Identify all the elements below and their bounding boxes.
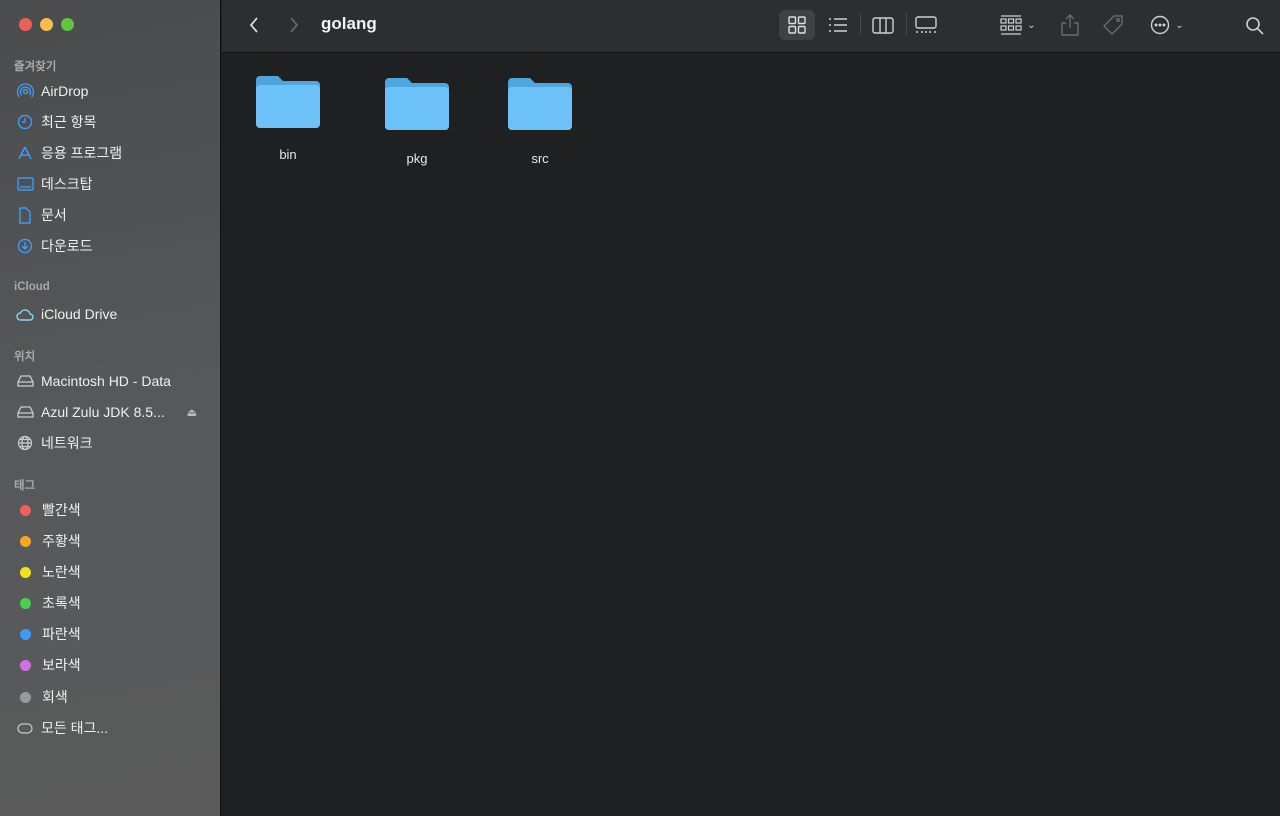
toolbar: golang ⌄ ⌄	[222, 0, 1280, 53]
sidebar-item-icloud-drive[interactable]: iCloud Drive	[16, 302, 211, 326]
disk-icon	[16, 403, 34, 421]
sidebar-tag-yellow[interactable]: 노란색	[16, 560, 211, 584]
folder-item[interactable]: src	[495, 74, 585, 166]
sidebar-item-label: iCloud Drive	[41, 306, 118, 322]
sidebar-tag-green[interactable]: 초록색	[16, 591, 211, 615]
tag-dot-icon	[20, 535, 31, 547]
icon-view-button[interactable]	[779, 10, 815, 40]
desktop-icon	[16, 175, 34, 193]
cloud-icon	[16, 305, 34, 323]
gallery-icon	[915, 16, 937, 33]
more-actions-button[interactable]: ⌄	[1146, 10, 1188, 40]
search-icon	[1245, 16, 1264, 35]
forward-button[interactable]	[282, 10, 306, 40]
sidebar: 즐겨찾기 AirDrop 최근 항목 응용 프로그램 데스크탑 문서 다운로드 …	[0, 0, 221, 816]
section-locations: 위치	[14, 351, 36, 363]
applications-icon	[16, 144, 34, 162]
tag-dot-icon	[20, 659, 31, 671]
minimize-button[interactable]	[40, 18, 53, 31]
all-tags-icon	[16, 719, 34, 737]
sidebar-item-label: Azul Zulu JDK 8.5...	[41, 404, 165, 420]
chevron-down-icon: ⌄	[1175, 19, 1184, 31]
globe-icon	[16, 434, 34, 452]
folder-name: src	[531, 151, 549, 166]
sidebar-tag-blue[interactable]: 파란색	[16, 622, 211, 646]
sidebar-tag-red[interactable]: 빨간색	[16, 498, 211, 522]
column-view-button[interactable]	[867, 10, 899, 40]
sidebar-item-label: 회색	[42, 689, 68, 705]
group-icon	[1000, 15, 1022, 35]
folder-name: bin	[279, 147, 297, 162]
section-tags: 태그	[14, 480, 36, 492]
document-icon	[16, 206, 34, 224]
chevron-right-icon	[290, 17, 299, 33]
sidebar-item-macintosh-hd[interactable]: Macintosh HD - Data	[16, 369, 211, 393]
sidebar-item-label: 초록색	[42, 595, 81, 611]
sidebar-item-label: 보라색	[42, 657, 81, 673]
sidebar-tag-gray[interactable]: 회색	[16, 685, 211, 709]
share-icon	[1061, 14, 1079, 36]
tag-dot-icon	[20, 691, 31, 703]
section-favorites: 즐겨찾기	[14, 61, 57, 73]
folder-icon	[508, 78, 572, 130]
download-icon	[16, 237, 34, 255]
window-controls	[19, 18, 74, 31]
group-by-button[interactable]: ⌄	[994, 10, 1042, 40]
gallery-view-button[interactable]	[910, 10, 942, 40]
sidebar-tag-purple[interactable]: 보라색	[16, 653, 211, 677]
grid-icon	[788, 16, 806, 34]
sidebar-item-recents[interactable]: 최근 항목	[16, 110, 211, 134]
section-icloud: iCloud	[14, 281, 50, 293]
folder-icon	[385, 78, 449, 130]
sidebar-all-tags[interactable]: 모든 태그...	[16, 716, 211, 740]
chevron-left-icon	[249, 17, 258, 33]
list-view-button[interactable]	[822, 10, 854, 40]
sidebar-tag-orange[interactable]: 주황색	[16, 529, 211, 553]
sidebar-item-label: 모든 태그...	[41, 720, 109, 736]
airdrop-icon	[16, 82, 34, 100]
sidebar-item-network[interactable]: 네트워크	[16, 431, 211, 455]
sidebar-item-downloads[interactable]: 다운로드	[16, 234, 211, 258]
sidebar-item-documents[interactable]: 문서	[16, 203, 211, 227]
sidebar-item-label: AirDrop	[41, 83, 89, 99]
sidebar-item-label: 문서	[41, 207, 67, 223]
sidebar-item-desktop[interactable]: 데스크탑	[16, 172, 211, 196]
back-button[interactable]	[242, 10, 266, 40]
list-icon	[829, 18, 847, 32]
sidebar-item-label: 데스크탑	[41, 176, 93, 192]
tag-button[interactable]	[1100, 10, 1126, 40]
sidebar-item-label: 빨간색	[42, 502, 81, 518]
tag-dot-icon	[20, 504, 31, 516]
sidebar-item-label: 다운로드	[41, 238, 93, 254]
sidebar-item-label: 네트워크	[41, 435, 93, 451]
chevron-down-icon: ⌄	[1027, 19, 1036, 31]
sidebar-item-applications[interactable]: 응용 프로그램	[16, 141, 211, 165]
tag-dot-icon	[20, 628, 31, 640]
folder-name: pkg	[406, 151, 428, 166]
folder-icon	[256, 76, 320, 128]
disk-icon	[16, 372, 34, 390]
share-button[interactable]	[1058, 10, 1082, 40]
sidebar-item-label: 응용 프로그램	[41, 145, 123, 161]
sidebar-item-label: Macintosh HD - Data	[41, 373, 171, 389]
sidebar-item-label: 주황색	[42, 533, 81, 549]
tag-dot-icon	[20, 566, 31, 578]
columns-icon	[872, 16, 894, 34]
eject-icon[interactable]: ⏏	[187, 406, 197, 419]
tag-dot-icon	[20, 597, 31, 609]
folder-item[interactable]: bin	[243, 72, 333, 162]
ellipsis-circle-icon	[1151, 15, 1170, 35]
clock-icon	[16, 113, 34, 131]
sidebar-item-label: 최근 항목	[41, 114, 97, 130]
sidebar-item-label: 노란색	[42, 564, 81, 580]
sidebar-item-label: 파란색	[42, 626, 81, 642]
search-button[interactable]	[1240, 10, 1268, 40]
close-button[interactable]	[19, 18, 32, 31]
sidebar-item-airdrop[interactable]: AirDrop	[16, 79, 211, 103]
tag-icon	[1103, 15, 1123, 35]
window-title: golang	[321, 14, 377, 33]
zoom-button[interactable]	[61, 18, 74, 31]
sidebar-item-azul-zulu[interactable]: Azul Zulu JDK 8.5... ⏏	[16, 400, 211, 424]
folder-item[interactable]: pkg	[372, 74, 462, 166]
